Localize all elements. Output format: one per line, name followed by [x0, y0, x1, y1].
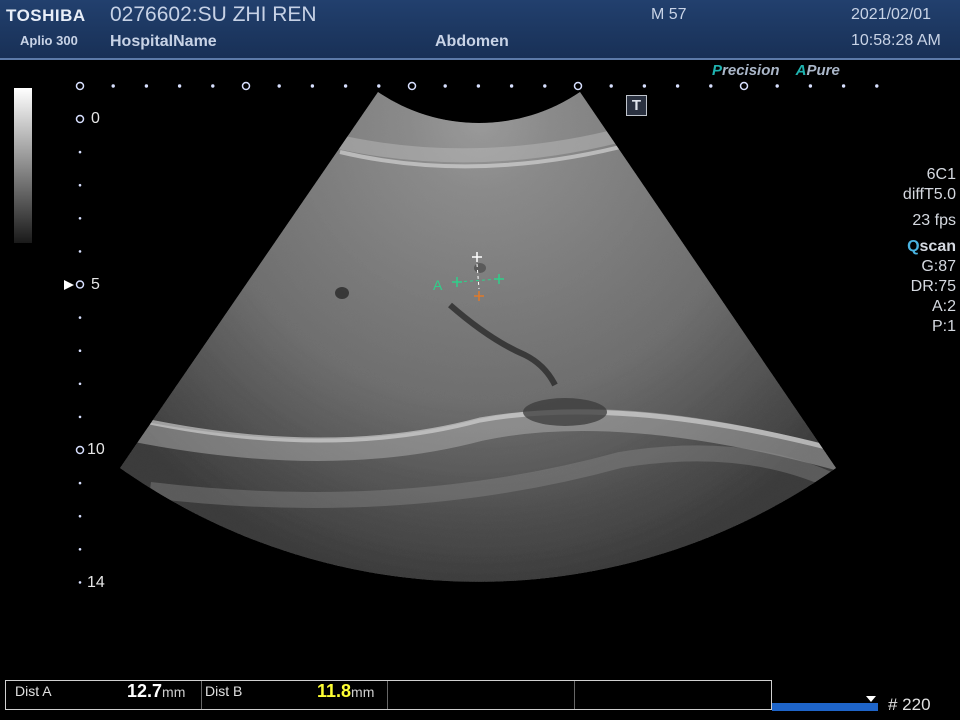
lateral-minor-tick — [377, 84, 381, 88]
probe-name: 6C1 — [926, 166, 956, 183]
scan-sector — [120, 92, 836, 582]
depth-minor-tick — [78, 250, 82, 253]
transducer-orientation-icon[interactable]: T — [626, 95, 647, 116]
lateral-minor-tick — [111, 84, 115, 88]
measurement-value: 11.8mm — [317, 681, 375, 701]
lateral-scale — [75, 81, 879, 91]
imaging-parameters: 6C1 diffT5.0 23 fps Qscan G:87 DR:75 A:2… — [903, 165, 956, 337]
measurement-label: Dist A — [15, 683, 52, 699]
lateral-major-tick — [573, 81, 583, 91]
depth-minor-tick — [78, 514, 82, 518]
depth-label-0: 0 — [91, 110, 100, 127]
lateral-minor-tick — [443, 84, 447, 88]
frame-rate: 23 fps — [912, 212, 956, 229]
depth-minor-tick — [78, 382, 82, 386]
depth-minor-tick — [78, 217, 82, 220]
lateral-minor-tick — [775, 84, 779, 88]
precision-mode: Precision — [712, 62, 780, 79]
frame-counter: # 220 — [888, 695, 931, 714]
lateral-minor-tick — [177, 84, 182, 88]
cine-progress-bar[interactable] — [772, 703, 878, 711]
lateral-major-tick — [407, 81, 417, 91]
image-modes: Precision APure — [712, 62, 840, 79]
lateral-major-tick — [739, 81, 749, 91]
depth-minor-tick — [78, 183, 82, 187]
lateral-minor-tick — [808, 84, 813, 88]
measurement-value: 12.7mm — [127, 681, 186, 701]
dynamic-range-value: DR:75 — [910, 278, 956, 295]
lateral-minor-tick — [875, 84, 879, 88]
measurement-empty-slot — [575, 681, 770, 709]
apure-mode: APure — [795, 62, 840, 79]
lateral-minor-tick — [211, 84, 215, 88]
a-value: A:2 — [931, 298, 956, 315]
measurement-dist-b[interactable]: Dist B 11.8mm — [202, 681, 388, 709]
ultrasound-image: A — [64, 81, 879, 584]
frequency: diffT5.0 — [902, 186, 956, 203]
lateral-minor-tick — [310, 84, 315, 88]
focus-marker-icon[interactable] — [64, 280, 74, 290]
lateral-minor-tick — [543, 84, 547, 88]
depth-minor-tick — [78, 481, 82, 485]
depth-scale — [75, 114, 85, 584]
depth-minor-tick — [78, 316, 82, 319]
lateral-minor-tick — [277, 84, 281, 88]
lateral-minor-tick — [476, 84, 481, 88]
depth-label-10: 10 — [87, 441, 105, 458]
depth-minor-tick — [78, 150, 82, 154]
lateral-major-tick — [241, 81, 251, 91]
depth-minor-tick — [78, 349, 82, 353]
qscan-label: Qscan — [907, 238, 956, 255]
lateral-minor-tick — [609, 84, 613, 88]
lateral-minor-tick — [144, 84, 149, 88]
depth-label-5: 5 — [91, 276, 100, 293]
depth-major-tick — [75, 445, 85, 455]
measurement-panel: Dist A 12.7mm Dist B 11.8mm — [5, 680, 772, 710]
lateral-minor-tick — [675, 84, 680, 88]
lateral-minor-tick — [709, 84, 713, 88]
caliper-a-label: A — [433, 277, 443, 293]
measurement-label: Dist B — [205, 683, 243, 699]
measurement-dist-a[interactable]: Dist A 12.7mm — [6, 681, 202, 709]
cine-position-icon[interactable] — [866, 696, 876, 702]
lateral-minor-tick — [509, 84, 514, 88]
depth-minor-tick — [78, 548, 82, 551]
lateral-minor-tick — [642, 84, 647, 88]
lateral-major-tick — [75, 81, 85, 91]
depth-major-tick — [75, 280, 85, 289]
measurement-empty-slot — [388, 681, 575, 709]
lateral-minor-tick — [841, 84, 846, 88]
depth-minor-tick — [78, 581, 82, 584]
p-value: P:1 — [931, 318, 956, 335]
depth-major-tick — [75, 114, 85, 124]
lateral-minor-tick — [343, 84, 348, 88]
depth-minor-tick — [78, 415, 82, 419]
depth-label-14: 14 — [87, 574, 105, 591]
gain-value: G:87 — [921, 258, 956, 275]
